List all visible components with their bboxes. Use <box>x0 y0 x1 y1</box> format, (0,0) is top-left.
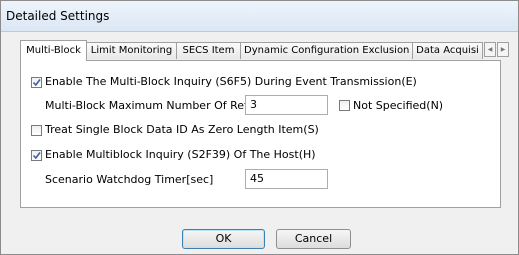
tab-dynamic-configuration-exclusion[interactable]: Dynamic Configuration Exclusion <box>240 42 413 59</box>
arrow-left-icon: ◀ <box>487 46 493 53</box>
arrow-right-icon: ▶ <box>500 46 506 53</box>
cancel-button[interactable]: Cancel <box>276 229 351 249</box>
checkmark-icon <box>32 79 41 87</box>
tab-data-acquisition[interactable]: Data Acquisi <box>412 42 483 59</box>
max-retry-input[interactable]: 3 <box>245 95 328 115</box>
watchdog-timer-label: Scenario Watchdog Timer[sec] <box>45 173 214 186</box>
checkmark-icon <box>32 152 41 160</box>
tab-scroll-left-button[interactable]: ◀ <box>484 42 496 57</box>
tab-secs-item[interactable]: SECS Item <box>176 42 241 59</box>
tab-limit-monitoring[interactable]: Limit Monitoring <box>86 42 177 59</box>
detailed-settings-dialog: Detailed Settings Multi-Block Limit Moni… <box>0 0 519 255</box>
window-title: Detailed Settings <box>6 9 110 23</box>
ok-button[interactable]: OK <box>182 229 265 249</box>
tab-scroll-right-button[interactable]: ▶ <box>497 42 509 57</box>
max-retry-label: Multi-Block Maximum Number Of Retry <box>45 99 260 112</box>
title-bar[interactable]: Detailed Settings <box>1 1 518 32</box>
not-specified-label: Not Specified(N) <box>353 99 444 112</box>
enable-multiblock-inquiry-checkbox[interactable] <box>31 77 42 88</box>
watchdog-timer-input[interactable]: 45 <box>245 169 328 189</box>
enable-host-inquiry-checkbox[interactable] <box>31 150 42 161</box>
multi-block-panel: Enable The Multi-Block Inquiry (S6F5) Du… <box>20 60 501 208</box>
not-specified-checkbox[interactable] <box>339 100 350 111</box>
enable-multiblock-inquiry-label: Enable The Multi-Block Inquiry (S6F5) Du… <box>45 75 417 88</box>
enable-host-inquiry-label: Enable Multiblock Inquiry (S2F39) Of The… <box>45 148 316 161</box>
treat-single-block-label: Treat Single Block Data ID As Zero Lengt… <box>45 123 319 136</box>
treat-single-block-checkbox[interactable] <box>31 125 42 136</box>
tab-multi-block[interactable]: Multi-Block <box>20 40 87 61</box>
